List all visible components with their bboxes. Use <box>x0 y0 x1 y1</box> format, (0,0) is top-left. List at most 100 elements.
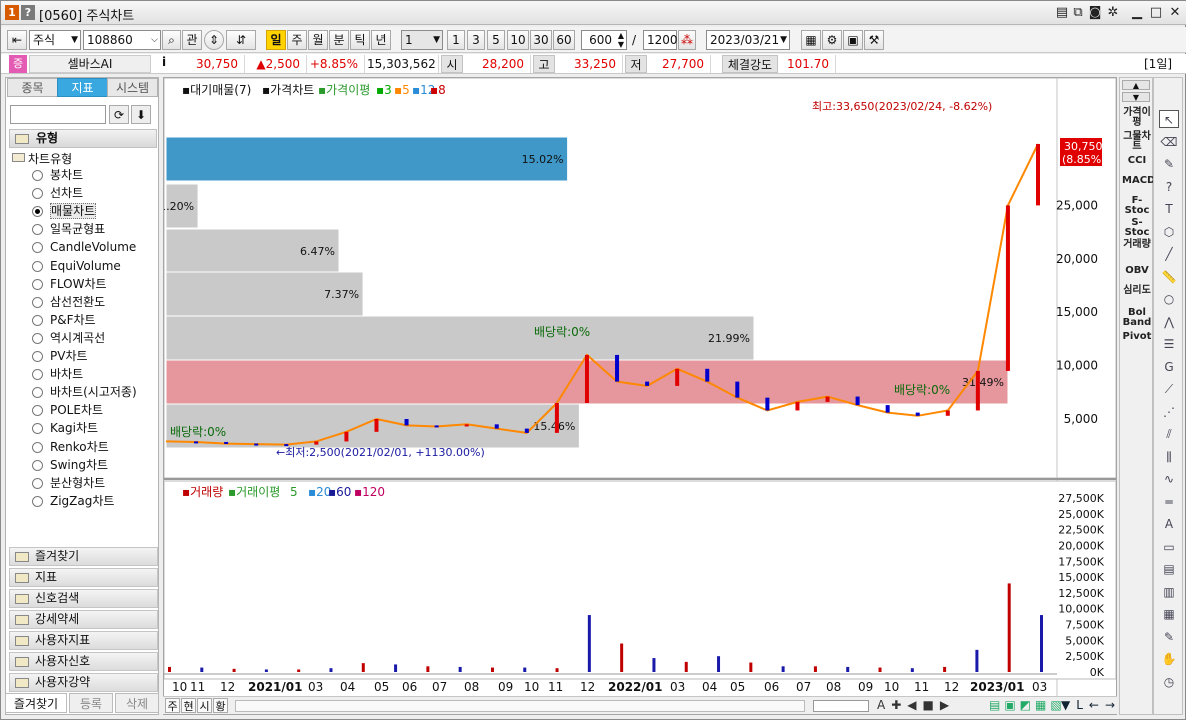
chart-type-item[interactable]: Kagi차트 <box>32 420 98 437</box>
chart-type-item[interactable]: 바차트 <box>32 366 83 383</box>
radio-icon[interactable] <box>32 170 43 181</box>
tools-icon[interactable]: ⚒ <box>864 30 884 50</box>
pnf-icon[interactable]: ▦ <box>1159 605 1179 623</box>
accordion-item[interactable]: 사용자강약 <box>9 673 158 692</box>
favorites-tab[interactable]: 즐겨찾기 <box>5 693 67 713</box>
period-year[interactable]: 년 <box>371 30 391 50</box>
window-number-badge[interactable]: 1 <box>5 5 19 20</box>
accordion-item[interactable]: 사용자신호 <box>9 652 158 671</box>
line-icon[interactable]: ╱ <box>1159 245 1179 263</box>
bottom-tab[interactable]: 시 <box>197 698 212 713</box>
chart-type-item[interactable]: 매물차트 <box>32 203 97 220</box>
chart-type-item[interactable]: 선차트 <box>32 185 83 202</box>
radio-icon[interactable] <box>32 260 43 272</box>
gann-icon[interactable]: G <box>1159 358 1179 376</box>
radio-icon[interactable] <box>32 224 43 236</box>
indicator-shortcut[interactable]: F-Stoc <box>1122 196 1152 216</box>
save-icon[interactable]: ▣ <box>843 30 863 50</box>
period-minute[interactable]: 분 <box>329 30 349 50</box>
chart-type-item[interactable]: Swing차트 <box>32 457 108 474</box>
group-header-type[interactable]: 유형 <box>9 129 157 148</box>
radio-icon[interactable] <box>32 387 43 399</box>
radio-icon[interactable] <box>32 423 43 435</box>
bottom-tab[interactable]: 주 <box>165 698 180 713</box>
scroll-down-icon[interactable]: ▼ <box>1122 92 1150 102</box>
doc-icon[interactable]: ▤ <box>1159 560 1179 578</box>
wave-icon[interactable]: ∿ <box>1159 470 1179 488</box>
chart-area[interactable]: 15.02%1.20%6.47%7.37%21.99%31.49%15.46%5… <box>159 77 1117 715</box>
gear-icon[interactable]: ⚙ <box>822 30 842 50</box>
camera-icon[interactable]: ◙ <box>1086 4 1104 21</box>
subgroup-chart-type[interactable]: 차트유형 <box>28 150 72 167</box>
interval-5[interactable]: 5 <box>487 30 505 50</box>
period-week[interactable]: 주 <box>287 30 307 50</box>
interval-1[interactable]: 1 <box>447 30 465 50</box>
magnet-icon[interactable]: ⬡ <box>1159 223 1179 241</box>
tab-system[interactable]: 시스템 <box>107 78 158 97</box>
help-icon[interactable]: ? <box>1159 178 1179 196</box>
indicator-shortcut[interactable]: 심리도 <box>1122 286 1152 296</box>
channel-icon[interactable]: ⫼ <box>1159 448 1179 466</box>
code-input[interactable]: 108860 ⌵ <box>83 30 161 50</box>
chart-type-item[interactable]: EquiVolume <box>32 258 121 275</box>
interval-select[interactable]: 1 ▼ <box>401 30 443 50</box>
zigzag-icon[interactable]: ⋀ <box>1159 313 1179 331</box>
radio-icon[interactable] <box>32 206 43 218</box>
circle-icon[interactable]: ○ <box>1159 290 1179 308</box>
stepper-icon[interactable]: ⇵ <box>226 30 256 50</box>
help-badge[interactable]: ? <box>21 5 35 20</box>
chart-type-item[interactable]: CandleVolume <box>32 239 136 256</box>
zoom-slider[interactable] <box>813 700 869 712</box>
timer-icon[interactable]: ◷ <box>1159 673 1179 691</box>
wrench-icon[interactable]: ✎ <box>1159 628 1179 646</box>
radio-icon[interactable] <box>32 296 43 308</box>
close-icon[interactable]: ✕ <box>1166 4 1184 21</box>
chart-type-item[interactable]: 분산형차트 <box>32 475 105 492</box>
bottom-tab[interactable]: 현 <box>181 698 196 713</box>
speed-icon[interactable]: ⫽ <box>1159 425 1179 443</box>
zoom-controls-icon[interactable]: A✚◀■▶ <box>877 698 955 712</box>
cursor-icon[interactable]: ↖ <box>1159 110 1179 128</box>
download-icon[interactable]: ⬇ <box>131 105 151 124</box>
search-input[interactable] <box>10 105 106 124</box>
ruler-icon[interactable]: 📏 <box>1159 268 1179 286</box>
indicator-shortcut[interactable]: Bol Band <box>1122 308 1152 328</box>
text-icon[interactable]: T <box>1159 200 1179 218</box>
bottom-tab[interactable]: 황 <box>213 698 228 713</box>
paint-icon[interactable]: ✎ <box>1159 155 1179 173</box>
delete-button[interactable]: 삭제 <box>115 693 159 713</box>
radio-icon[interactable] <box>32 332 43 344</box>
tab-indicators[interactable]: 지표 <box>57 78 108 97</box>
stock-name[interactable]: 셀바스AI <box>29 55 151 73</box>
accordion-item[interactable]: 강세약세 <box>9 610 158 629</box>
zoom-icon[interactable]: ⁂ <box>678 30 696 50</box>
hand-icon[interactable]: ✋ <box>1159 650 1179 668</box>
total-count[interactable]: 1200 <box>643 30 678 50</box>
chart-type-item[interactable]: 바차트(시고저종) <box>32 384 137 401</box>
tab-stocks[interactable]: 종목 <box>7 78 58 97</box>
link-icon[interactable]: ⧉ <box>1069 4 1087 21</box>
chart-type-item[interactable]: ZigZag차트 <box>32 493 114 510</box>
indicator-shortcut[interactable]: OBV <box>1122 266 1152 276</box>
chart-type-item[interactable]: PV차트 <box>32 348 88 365</box>
radio-icon[interactable] <box>32 405 43 417</box>
period-day[interactable]: 일 <box>266 30 286 50</box>
info-icon[interactable]: i <box>157 55 171 69</box>
radio-icon[interactable] <box>32 242 43 254</box>
settings-icon[interactable]: ✲ <box>1104 4 1122 21</box>
chart-type-item[interactable]: POLE차트 <box>32 402 103 419</box>
export-icons[interactable]: ▤▣◩▦▧ <box>989 698 1066 712</box>
maximize-icon[interactable]: □ <box>1147 4 1165 21</box>
eraser-icon[interactable]: ⌫ <box>1159 133 1179 151</box>
bars-icon[interactable]: ▥ <box>1159 583 1179 601</box>
radio-icon[interactable] <box>32 314 43 326</box>
search-icon[interactable]: ⌕ <box>162 30 181 50</box>
accordion-item[interactable]: 지표 <box>9 568 158 587</box>
count-input[interactable]: 600 ▲ ▼ <box>581 30 627 50</box>
radio-icon[interactable] <box>32 278 43 290</box>
accordion-item[interactable]: 신호검색 <box>9 589 158 608</box>
minimize-icon[interactable]: ▁ <box>1128 4 1146 21</box>
chart-type-item[interactable]: 봉차트 <box>32 167 83 184</box>
accordion-item[interactable]: 사용자지표 <box>9 631 158 650</box>
chart-type-item[interactable]: 일목균형표 <box>32 221 105 238</box>
